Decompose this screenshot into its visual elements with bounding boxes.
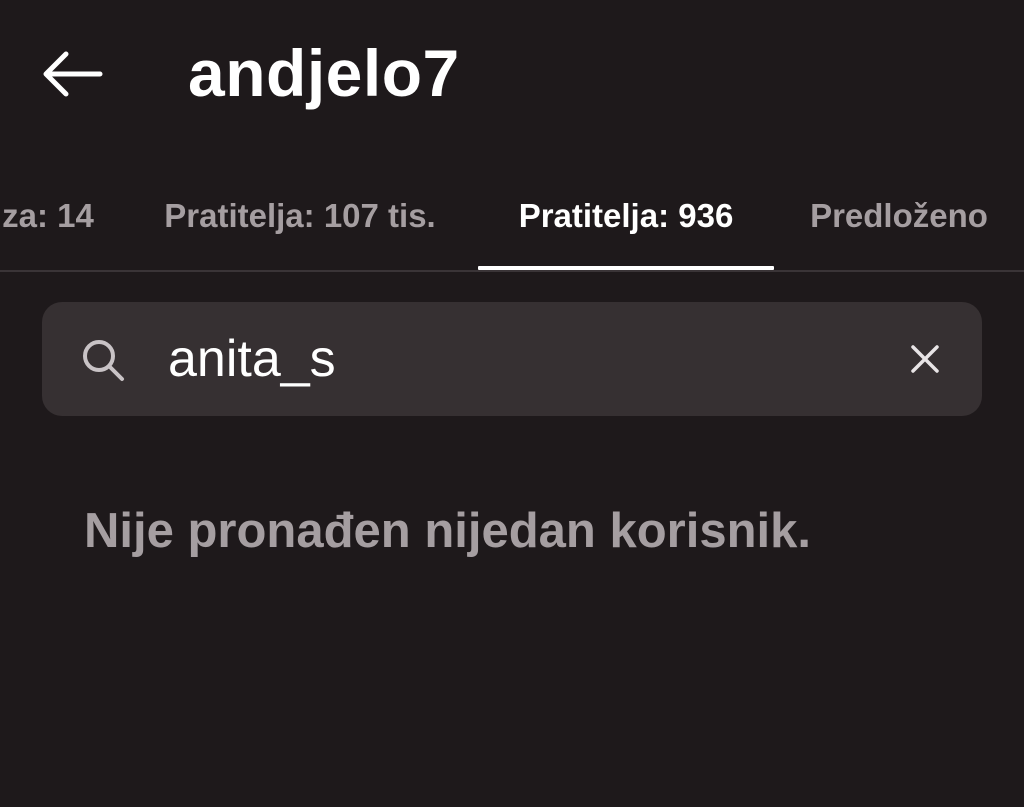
arrow-left-icon (43, 51, 103, 97)
follow-tabs: za: 14 Pratitelja: 107 tis. Pratitelja: … (0, 162, 1024, 270)
no-results-message: Nije pronađen nijedan korisnik. (84, 504, 811, 558)
top-bar: andjelo7 (0, 0, 1024, 150)
tab-followers[interactable]: Pratitelja: 107 tis. (154, 162, 446, 270)
profile-username-title: andjelo7 (188, 36, 460, 110)
clear-search-button[interactable] (896, 330, 954, 388)
tabs-divider (0, 270, 1024, 272)
tab-following[interactable]: za: 14 (0, 162, 98, 270)
search-input[interactable] (168, 318, 828, 400)
back-button[interactable] (30, 36, 114, 112)
tab-suggested[interactable]: Predloženo (804, 162, 994, 270)
search-icon (83, 340, 124, 381)
close-icon (911, 345, 939, 373)
tab-mutual-followers[interactable]: Pratitelja: 936 (478, 162, 774, 270)
